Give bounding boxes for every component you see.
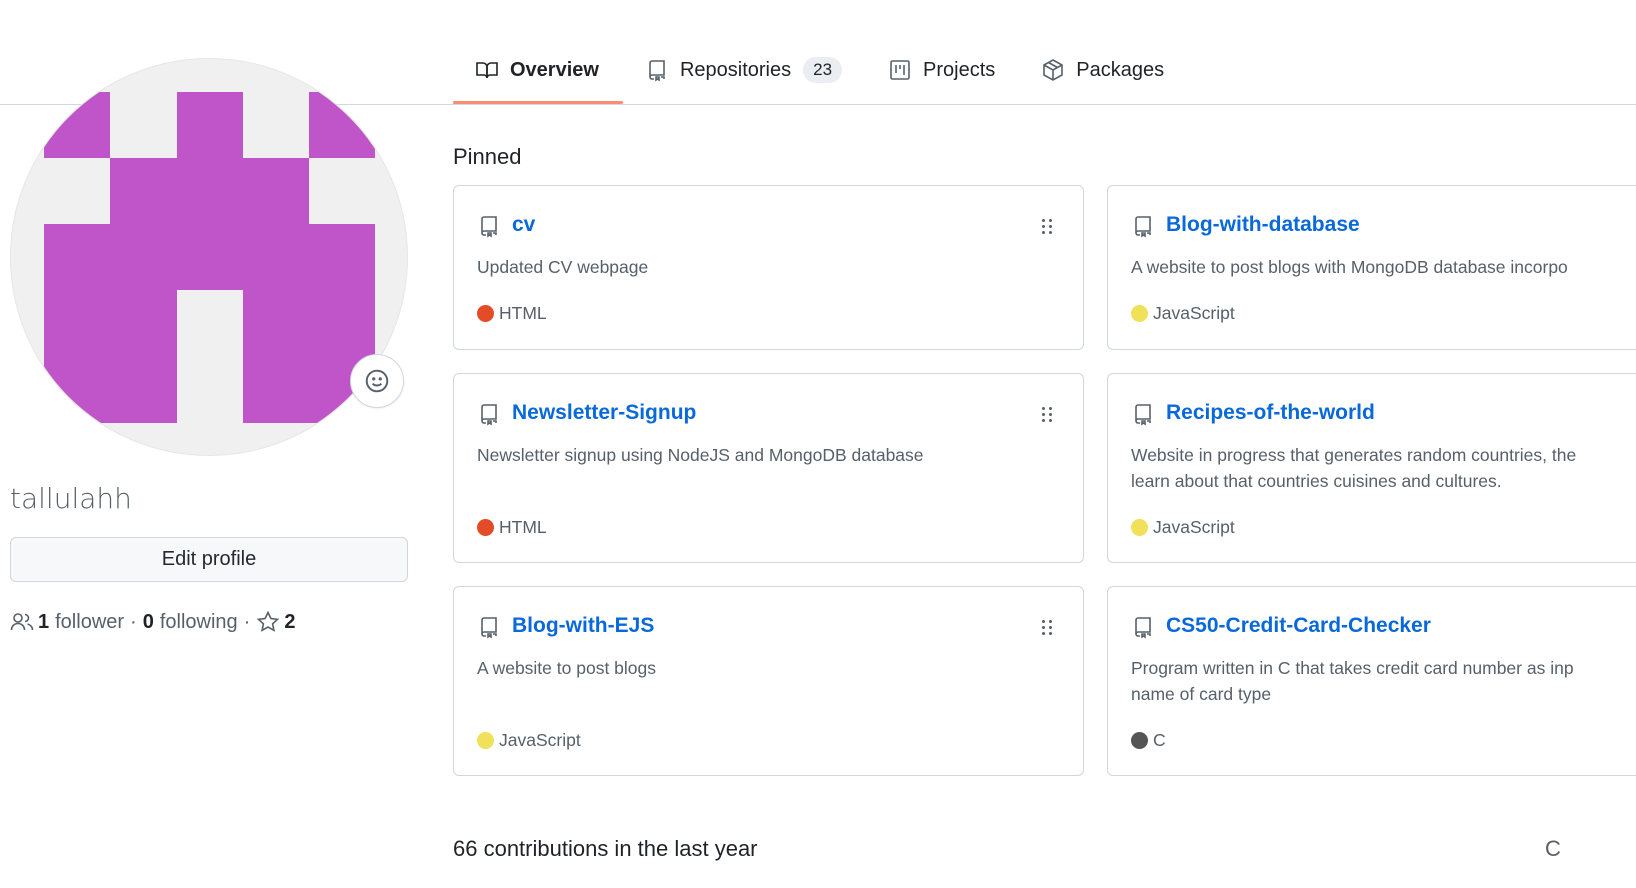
language-label: JavaScript [1153,517,1235,537]
tab-label: Overview [510,58,599,81]
tab-projects[interactable]: Projects [866,40,1019,100]
language-color-dot [477,519,494,536]
repo-language: JavaScript [477,730,581,751]
book-icon [476,62,498,79]
following-count: 0 [142,610,154,633]
repo-name-link[interactable]: Blog-with-database [1166,213,1360,237]
language-color-dot [1131,732,1148,749]
repo-language: JavaScript [1131,303,1235,324]
pinned-repo-card: CS50-Credit-Card-Checker Program written… [1107,586,1636,776]
profile-sidebar: tallulahh Edit profile 1 follower · 0 fo… [10,58,408,634]
tab-bar: Overview Repositories 23 Projects Packag… [453,40,1188,105]
project-icon [890,60,910,80]
repo-language: JavaScript [1131,517,1235,538]
pinned-repo-card: Blog-with-EJS A website to post blogs Ja… [453,586,1084,776]
repo-description: A website to post blogs [477,658,656,678]
tab-label: Projects [923,58,996,81]
description-line: name of card type [1131,684,1272,704]
drag-handle-icon[interactable] [1042,407,1054,423]
pinned-repo-card: Recipes-of-the-world Website in progress… [1107,373,1636,563]
repo-icon [649,60,665,82]
repo-description: Program written in C that takes credit c… [1131,655,1574,707]
tab-repositories[interactable]: Repositories 23 [623,40,866,100]
repo-description: Updated CV webpage [477,257,649,277]
star-icon [257,610,280,632]
stars-link[interactable]: 2 [256,610,301,634]
repo-name-link[interactable]: Recipes-of-the-world [1166,401,1375,425]
drag-handle-icon[interactable] [1042,219,1054,235]
set-status-button[interactable] [350,354,404,408]
following-label: following [159,610,238,633]
repo-icon [1135,404,1151,426]
repo-name-link[interactable]: Newsletter-Signup [512,401,696,425]
username: tallulahh [10,482,132,515]
language-color-dot [1131,519,1148,536]
avatar[interactable] [10,58,408,456]
repo-language: HTML [477,517,547,538]
follow-stats: 1 follower · 0 following · 2 [10,610,408,634]
language-label: HTML [499,303,547,323]
language-color-dot [477,732,494,749]
contributions-heading: 66 contributions in the last year [453,836,758,861]
tab-label: Packages [1076,58,1165,81]
tab-overview[interactable]: Overview [453,40,623,104]
language-label: C [1153,730,1166,750]
language-label: HTML [499,517,547,537]
followers-link[interactable]: 1 follower [10,610,124,634]
stars-count: 2 [284,610,296,633]
repo-description: Newsletter signup using NodeJS and Mongo… [477,445,924,465]
tab-packages[interactable]: Packages [1019,40,1188,100]
pinned-repo-card: Newsletter-Signup Newsletter signup usin… [453,373,1084,563]
language-label: JavaScript [1153,303,1235,323]
repo-icon [481,404,497,426]
pinned-repo-card: Blog-with-database A website to post blo… [1107,185,1636,350]
repositories-count-badge: 23 [803,57,843,83]
language-label: JavaScript [499,730,581,750]
people-icon [10,613,34,631]
repo-icon [1135,617,1151,639]
repo-name-link[interactable]: cv [512,213,535,237]
separator: · [130,610,137,633]
identicon-image [44,92,375,423]
edit-profile-button[interactable]: Edit profile [10,537,408,582]
repo-language: HTML [477,303,547,324]
language-color-dot [477,305,494,322]
tab-label: Repositories [679,58,792,81]
pinned-heading: Pinned [453,144,522,169]
description-line: learn about that countries cuisines and … [1131,471,1502,491]
contribution-settings-link[interactable]: C [1545,836,1561,862]
repo-icon [481,617,497,639]
drag-handle-icon[interactable] [1042,620,1054,636]
repo-description: Website in progress that generates rando… [1131,442,1576,494]
repo-name-link[interactable]: Blog-with-EJS [512,614,654,638]
followers-count: 1 [38,610,50,633]
repo-language: C [1131,730,1166,751]
separator: · [243,610,251,633]
smiley-icon [365,369,389,393]
repo-name-link[interactable]: CS50-Credit-Card-Checker [1166,614,1431,638]
language-color-dot [1131,305,1148,322]
repo-icon [481,216,497,238]
description-line: Program written in C that takes credit c… [1131,658,1574,678]
following-link[interactable]: 0 following [143,611,238,634]
pinned-repo-card: cv Updated CV webpage HTML [453,185,1084,350]
repo-icon [1135,216,1151,238]
package-icon [1043,59,1064,81]
followers-label: follower [55,610,125,633]
description-line: Website in progress that generates rando… [1131,445,1577,465]
repo-description: A website to post blogs with MongoDB dat… [1131,257,1568,277]
